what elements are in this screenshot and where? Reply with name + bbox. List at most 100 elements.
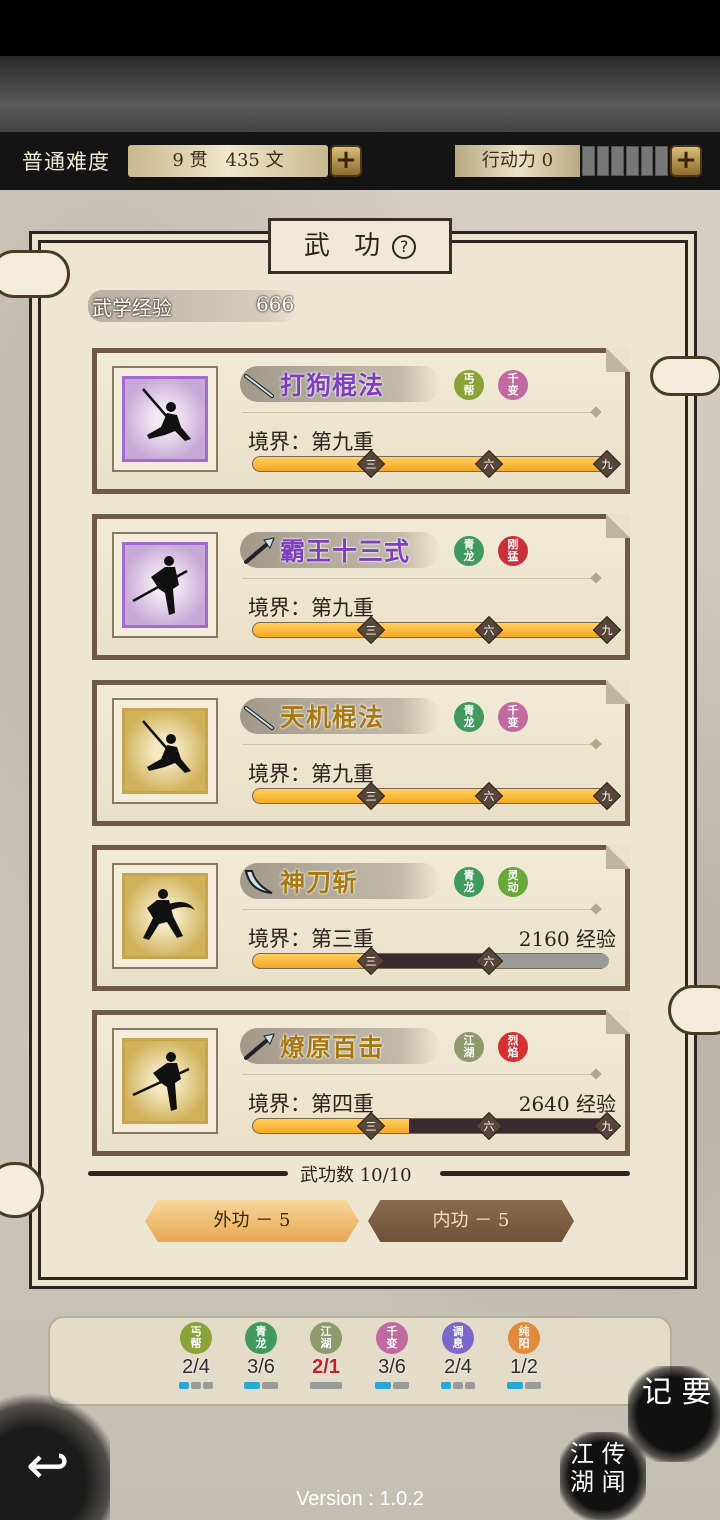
marker-label: 六 — [483, 790, 495, 803]
skill-card[interactable]: 天机棍法 青龙 千变 境界：第九重 三 六 九 — [92, 680, 630, 826]
faction-pips — [168, 1382, 224, 1389]
cloud-ornament — [668, 985, 720, 1035]
spear-icon — [244, 1033, 275, 1060]
skill-progress-bar: 三 六 九 — [252, 449, 622, 479]
add-action-points-button[interactable]: + — [670, 145, 702, 177]
faction-pips — [298, 1382, 354, 1389]
version-label: Version : 1.0.2 — [296, 1488, 424, 1510]
skill-portrait — [122, 708, 208, 794]
sabre-icon — [244, 870, 273, 894]
faction-pips — [430, 1382, 486, 1389]
difficulty-label: 普通难度 — [22, 150, 110, 174]
tag-char: 动 — [507, 881, 519, 894]
exp-required: 2160 经验 — [518, 927, 616, 951]
staff-fighter-icon — [142, 388, 191, 441]
skill-portrait — [122, 1038, 208, 1124]
faction-badge: 调息 — [442, 1322, 474, 1354]
divider-line — [88, 1171, 288, 1176]
faction-badge: 青龙 — [245, 1322, 277, 1354]
style-tag: 千变 — [498, 370, 528, 400]
faction-item[interactable]: 丐帮 2/4 — [168, 1322, 224, 1389]
marker-label: 六 — [483, 624, 495, 637]
faction-item[interactable]: 纯阳 1/2 — [496, 1322, 552, 1389]
cloud-ornament — [0, 250, 70, 298]
marker-label: 九 — [601, 624, 613, 637]
help-icon[interactable]: ? — [392, 235, 417, 259]
skill-card[interactable]: 燎原百击 江湖 烈焰 境界：第四重 2640 经验 三 六 九 — [92, 1010, 630, 1156]
progress-fill — [253, 1119, 409, 1133]
skill-card[interactable]: 霸王十三式 青龙 刚猛 境界：第九重 三 六 九 — [92, 514, 630, 660]
progress-fill — [253, 789, 607, 803]
tag-char: 帮 — [463, 384, 475, 397]
skill-progress-bar: 三 六 — [252, 946, 609, 976]
faction-item[interactable]: 青龙 3/6 — [233, 1322, 289, 1389]
marker-label: 三 — [365, 955, 377, 968]
skill-portrait-frame — [112, 698, 218, 804]
skill-card[interactable]: 打狗棍法 丐帮 千变 境界：第九重 三 六 九 — [92, 348, 630, 494]
staff-fighter-icon — [142, 720, 191, 773]
internal-skills-tab[interactable]: 内功 － 5 — [368, 1200, 574, 1242]
skill-name: 神刀斩 — [280, 868, 359, 897]
skill-card[interactable]: 神刀斩 青龙 灵动 境界：第三重 2160 经验 三 六 — [92, 845, 630, 991]
divider — [242, 1074, 592, 1075]
skill-realm: 境界：第三重 — [248, 927, 374, 951]
spear-fighter-icon — [132, 556, 188, 615]
divider — [242, 412, 592, 413]
progress-locked — [489, 954, 609, 968]
style-tag: 刚猛 — [498, 536, 528, 566]
marker-label: 六 — [483, 1120, 495, 1133]
skill-realm: 境界：第四重 — [248, 1092, 374, 1116]
divider-line — [440, 1171, 630, 1176]
panel-title: 武 功? — [268, 218, 452, 274]
card-corner-fold — [606, 680, 630, 704]
staff-icon — [244, 706, 274, 730]
faction-badge: 千变 — [376, 1322, 408, 1354]
faction-synergy-panel — [48, 1316, 672, 1406]
faction-pips — [496, 1382, 552, 1389]
faction-badge: 江湖 — [310, 1322, 342, 1354]
skill-portrait-frame — [112, 863, 218, 969]
card-corner-fold — [606, 514, 630, 538]
skill-portrait — [122, 376, 208, 462]
add-money-button[interactable]: + — [330, 145, 362, 177]
marker-label: 九 — [601, 1120, 613, 1133]
marker-label: 六 — [483, 458, 495, 471]
school-tag: 青龙 — [454, 867, 484, 897]
faction-count: 2/1 — [312, 1356, 340, 1378]
faction-pips — [364, 1382, 420, 1389]
style-tag: 烈焰 — [498, 1032, 528, 1062]
school-tag: 青龙 — [454, 702, 484, 732]
exp-required: 2640 经验 — [518, 1092, 616, 1116]
progress-fill — [253, 954, 370, 968]
faction-count: 3/6 — [247, 1356, 275, 1378]
card-corner-fold — [606, 845, 630, 869]
skill-realm: 境界：第九重 — [248, 762, 374, 786]
faction-item[interactable]: 江湖 2/1 — [298, 1322, 354, 1389]
faction-count: 1/2 — [510, 1356, 538, 1378]
skill-count: 武功数 10/10 — [300, 1165, 412, 1186]
tag-char: 猛 — [507, 550, 519, 563]
tag-char: 龙 — [463, 881, 475, 894]
faction-badge: 丐帮 — [180, 1322, 212, 1354]
faction-count: 3/6 — [378, 1356, 406, 1378]
faction-item[interactable]: 千变 3/6 — [364, 1322, 420, 1389]
tag-char: 湖 — [463, 1046, 475, 1059]
external-skills-tab[interactable]: 外功 － 5 — [145, 1200, 359, 1242]
marker-label: 三 — [365, 1120, 377, 1133]
tag-char: 变 — [507, 384, 519, 397]
marker-label: 三 — [365, 790, 377, 803]
faction-count: 2/4 — [444, 1356, 472, 1378]
marker-label: 九 — [601, 458, 613, 471]
faction-item[interactable]: 调息 2/4 — [430, 1322, 486, 1389]
skill-realm: 境界：第九重 — [248, 430, 374, 454]
skill-portrait-frame — [112, 1028, 218, 1134]
skill-portrait — [122, 542, 208, 628]
tag-char: 焰 — [507, 1046, 519, 1059]
faction-pips — [233, 1382, 289, 1389]
skill-realm: 境界：第九重 — [248, 596, 374, 620]
skill-portrait-frame — [112, 532, 218, 638]
back-arrow-icon[interactable]: ↩ — [26, 1436, 70, 1496]
card-corner-fold — [606, 1010, 630, 1034]
card-corner-fold — [606, 348, 630, 372]
skill-portrait-frame — [112, 366, 218, 472]
